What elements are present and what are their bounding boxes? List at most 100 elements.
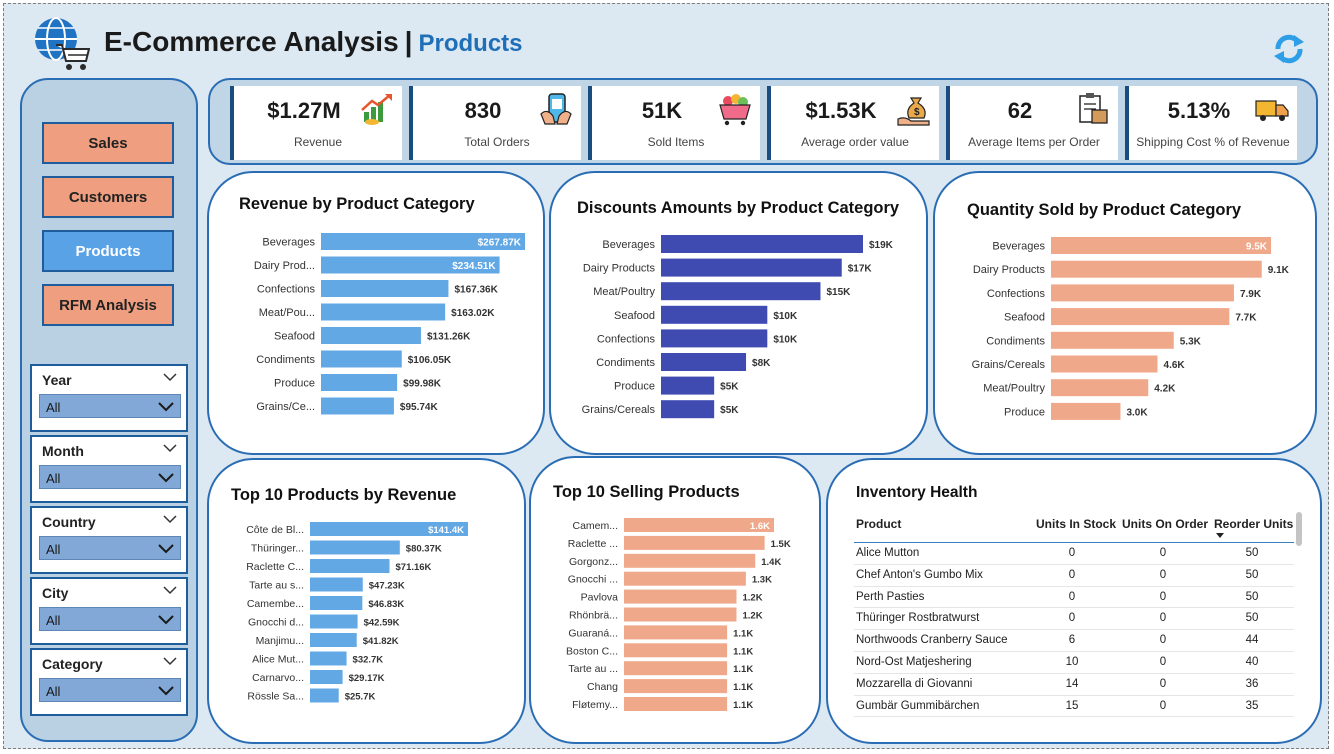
bar[interactable]	[661, 235, 863, 253]
category-label: Seafood	[614, 310, 655, 322]
bar[interactable]	[1051, 237, 1271, 254]
chevron-down-icon	[158, 544, 174, 554]
category-label: Confections	[987, 288, 1046, 300]
column-header-units-in-stock[interactable]: Units In Stock	[1036, 517, 1116, 531]
inventory-table: Product Units In Stock Units On Order Re…	[854, 514, 1294, 718]
year-dropdown[interactable]: All	[39, 394, 181, 418]
refresh-icon[interactable]	[1270, 32, 1308, 66]
category-label: Raclette ...	[568, 538, 618, 550]
cell-units-in-stock: 10	[1065, 655, 1079, 668]
table-scrollbar[interactable]	[1296, 512, 1302, 546]
data-label: 9.1K	[1268, 265, 1290, 276]
category-label: Tarte au ...	[568, 663, 618, 675]
bar[interactable]	[321, 350, 402, 368]
country-filter: Country All	[30, 506, 188, 574]
bar[interactable]	[1051, 284, 1234, 302]
category-label: Beverages	[992, 241, 1045, 253]
bar[interactable]	[310, 688, 339, 703]
city-dropdown[interactable]: All	[39, 607, 181, 631]
bar[interactable]	[624, 607, 737, 622]
bar[interactable]	[624, 553, 756, 568]
column-header-product[interactable]: Product	[856, 517, 901, 531]
bar[interactable]	[310, 577, 363, 592]
bar[interactable]	[321, 280, 449, 297]
data-label: $46.83K	[368, 599, 404, 610]
bar[interactable]	[310, 633, 357, 647]
bar[interactable]	[310, 540, 400, 555]
bar[interactable]	[1051, 402, 1121, 420]
bar[interactable]	[310, 559, 390, 573]
bar[interactable]	[321, 303, 446, 321]
category-label: Dairy Products	[583, 263, 656, 275]
delivery-truck-icon	[1255, 100, 1289, 121]
bar[interactable]	[661, 400, 715, 419]
bar[interactable]	[661, 376, 715, 395]
dashboard-canvas: E-Commerce Analysis | Products Sales Custo…	[3, 3, 1329, 749]
chevron-down-icon[interactable]	[163, 372, 177, 382]
bar[interactable]	[1051, 379, 1149, 397]
data-label: $8K	[752, 358, 771, 369]
globe-cart-icon	[35, 17, 90, 70]
bar[interactable]	[310, 651, 347, 666]
chevron-down-icon[interactable]	[163, 514, 177, 524]
nav-customers-button[interactable]: Customers	[42, 176, 174, 218]
bar[interactable]	[661, 353, 747, 371]
category-dropdown[interactable]: All	[39, 678, 181, 702]
table-row: Alice Mutton 0 0 50	[854, 543, 1294, 565]
data-label: 4.6K	[1164, 360, 1186, 371]
country-dropdown-value: All	[46, 542, 61, 557]
inventory-title: Inventory Health	[856, 484, 978, 501]
bar[interactable]	[310, 614, 358, 629]
cell-units-in-stock: 14	[1065, 677, 1079, 690]
bar[interactable]	[624, 697, 728, 711]
bar[interactable]	[624, 625, 728, 640]
bar[interactable]	[310, 596, 363, 610]
bar[interactable]	[1051, 331, 1174, 349]
bar[interactable]	[310, 670, 343, 684]
country-dropdown[interactable]: All	[39, 536, 181, 560]
column-header-reorder-units[interactable]: Reorder Units	[1214, 517, 1293, 531]
bar[interactable]	[1051, 260, 1262, 278]
bar[interactable]	[624, 589, 737, 604]
data-label: $80.37K	[406, 544, 442, 555]
quantity-by-category-card: Quantity Sold by Product Category Bevera…	[933, 171, 1317, 455]
cell-product: Mozzarella di Giovanni	[856, 677, 973, 690]
svg-text:$: $	[914, 107, 920, 118]
category-label: Seafood	[274, 331, 315, 343]
data-label: 1.1K	[733, 628, 753, 639]
chevron-down-icon[interactable]	[163, 656, 177, 666]
bar[interactable]	[321, 327, 421, 344]
category-filter: Category All	[30, 648, 188, 716]
table-row: Northwoods Cranberry Sauce 6 0 44	[854, 630, 1294, 652]
nav-rfm-analysis-button[interactable]: RFM Analysis	[42, 284, 174, 326]
bar[interactable]	[661, 305, 768, 324]
bar[interactable]	[321, 374, 398, 391]
cell-units-on-order: 0	[1159, 699, 1167, 712]
bar[interactable]	[624, 571, 746, 586]
cell-reorder-units: 50	[1245, 568, 1259, 581]
data-label: 1.2K	[743, 593, 763, 604]
category-label: Confections	[597, 333, 656, 345]
bar[interactable]	[624, 679, 728, 694]
chevron-down-icon[interactable]	[163, 585, 177, 595]
month-dropdown[interactable]: All	[39, 465, 181, 489]
bar[interactable]	[661, 258, 842, 277]
bar[interactable]	[624, 661, 728, 676]
data-label: $10K	[773, 311, 798, 322]
month-filter: Month All	[30, 435, 188, 503]
bar[interactable]	[624, 643, 728, 658]
nav-products-button[interactable]: Products	[42, 230, 174, 272]
bar[interactable]	[624, 535, 765, 550]
bar[interactable]	[661, 329, 768, 348]
category-label: Meat/Poultry	[983, 383, 1045, 395]
column-header-units-on-order[interactable]: Units On Order	[1122, 517, 1208, 531]
bar[interactable]	[321, 397, 394, 415]
category-label: Beverages	[602, 239, 655, 251]
nav-sales-button[interactable]: Sales	[42, 122, 174, 164]
bar[interactable]	[1051, 355, 1158, 373]
category-filter-label: Category	[42, 656, 103, 672]
chevron-down-icon[interactable]	[163, 443, 177, 453]
bar[interactable]	[661, 282, 821, 301]
category-label: Fløtemy...	[572, 699, 618, 711]
bar[interactable]	[1051, 308, 1230, 326]
